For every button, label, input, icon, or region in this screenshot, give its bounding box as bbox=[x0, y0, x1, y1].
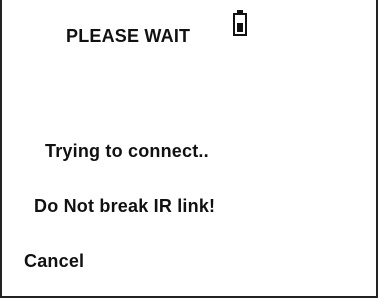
warning-message: Do Not break IR link! bbox=[34, 196, 216, 216]
screen-title: PLEASE WAIT bbox=[66, 26, 191, 46]
battery-level-fill bbox=[237, 23, 243, 32]
cancel-button[interactable]: Cancel bbox=[24, 250, 84, 272]
battery-body bbox=[233, 13, 247, 36]
status-message: Trying to connect.. bbox=[45, 141, 209, 161]
device-screen: PLEASE WAIT Trying to connect.. Do Not b… bbox=[0, 0, 378, 298]
battery-icon bbox=[233, 10, 247, 36]
